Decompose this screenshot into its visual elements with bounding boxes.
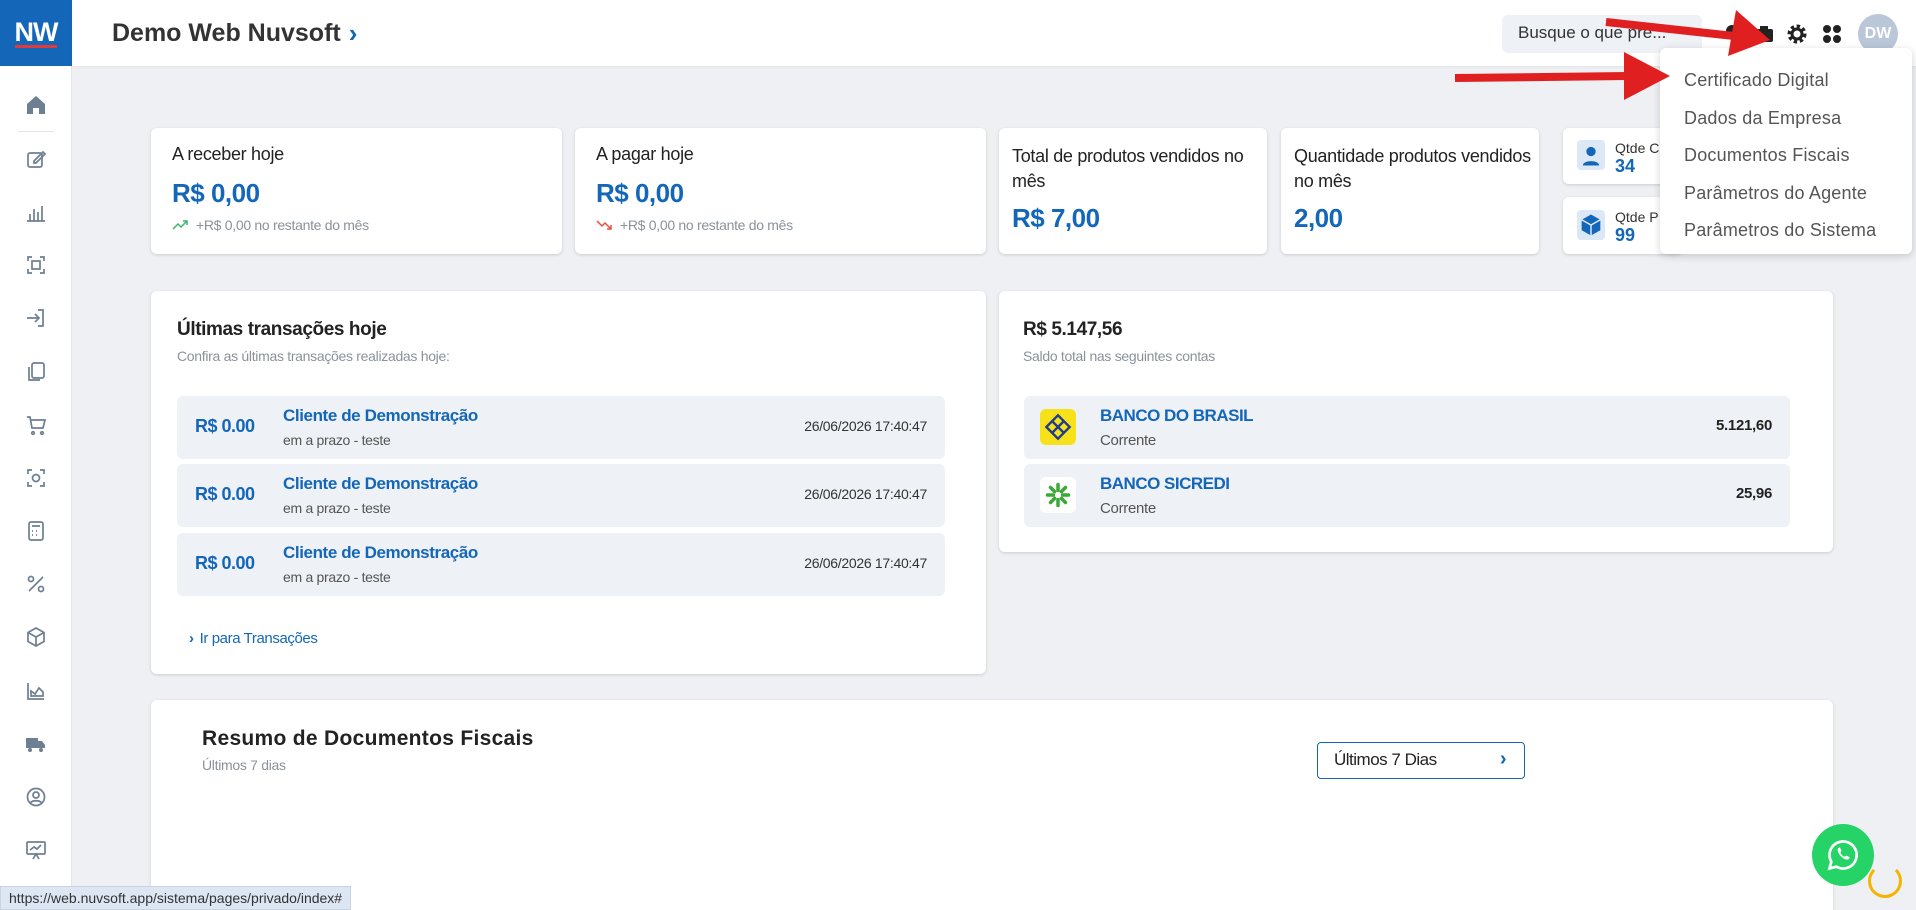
percent-icon[interactable] [18, 566, 54, 602]
kpi-label: A receber hoje [172, 144, 284, 164]
transaction-row[interactable]: R$ 0.00 Cliente de Demonstração em a pra… [177, 396, 945, 459]
menu-item-parametros-sistema[interactable]: Parâmetros do Sistema [1660, 212, 1912, 250]
kpi-sub: +R$ 0,00 no restante do mês [196, 217, 369, 233]
fiscal-summary-card: Resumo de Documentos Fiscais Últimos 7 d… [151, 700, 1833, 910]
page-title-text: Demo Web Nuvsoft [112, 19, 341, 47]
kpi-card-qtd-vendidos: Quantidade produtos vendidos no mês 2,00 [1281, 128, 1539, 254]
logo-text: NW [14, 16, 58, 48]
kpi-sub: +R$ 0,00 no restante do mês [620, 217, 793, 233]
truck-icon[interactable] [18, 726, 54, 762]
box-icon[interactable] [18, 619, 54, 655]
transaction-amount: R$ 0.00 [195, 484, 255, 504]
loading-spinner-icon [1868, 864, 1902, 898]
trend-up-icon [172, 220, 188, 230]
transactions-card: Últimas transações hoje Confira as últim… [151, 291, 986, 674]
fiscal-subtitle: Últimos 7 dias [202, 757, 286, 773]
page-title[interactable]: Demo Web Nuvsoft › [112, 18, 357, 49]
account-name: BANCO DO BRASIL [1100, 406, 1254, 425]
chart-bars-icon[interactable] [18, 194, 54, 230]
home-icon[interactable] [18, 87, 54, 123]
menu-item-dados-empresa[interactable]: Dados da Empresa [1660, 100, 1912, 138]
go-to-transactions-link[interactable]: › Ir para Transações [189, 630, 318, 647]
kpi-label: Qtde P [1615, 209, 1659, 225]
edit-icon[interactable] [18, 141, 54, 177]
transaction-desc: em a prazo - teste [283, 432, 391, 448]
chevron-right-icon: › [348, 18, 358, 48]
menu-item-documentos-fiscais[interactable]: Documentos Fiscais [1660, 137, 1912, 175]
sidebar: NW [0, 0, 72, 910]
chevron-right-icon: › [1499, 748, 1507, 770]
transactions-title: Últimas transações hoje [177, 319, 387, 340]
calculator-icon[interactable] [18, 513, 54, 549]
account-row[interactable]: BANCO DO BRASIL Corrente 5.121,60 [1024, 396, 1790, 459]
gear-icon[interactable] [1785, 22, 1809, 46]
kpi-value: R$ 7,00 [1012, 203, 1100, 233]
period-label: Últimos 7 Dias [1334, 750, 1437, 769]
kpi-label: Total de produtos vendidos no mês [1012, 146, 1244, 191]
box-icon [1577, 210, 1605, 240]
scan-icon[interactable] [18, 247, 54, 283]
kpi-label: A pagar hoje [596, 144, 694, 164]
chevron-right-icon: › [189, 630, 194, 647]
balance-total: R$ 5.147,56 [1023, 319, 1123, 340]
camera-icon[interactable] [18, 460, 54, 496]
apps-grid-icon[interactable] [1820, 22, 1844, 46]
transaction-client: Cliente de Demonstração [283, 543, 478, 562]
transaction-row[interactable]: R$ 0.00 Cliente de Demonstração em a pra… [177, 464, 945, 527]
kpi-label: Qtde C [1615, 140, 1660, 156]
sidebar-divider [17, 131, 54, 133]
transaction-date: 26/06/2026 17:40:47 [804, 555, 927, 571]
status-url: https://web.nuvsoft.app/sistema/pages/pr… [0, 886, 352, 910]
transaction-desc: em a prazo - teste [283, 569, 391, 585]
kpi-value: R$ 0,00 [172, 178, 260, 208]
account-row[interactable]: BANCO SICREDI Corrente 25,96 [1024, 464, 1790, 527]
kpi-value: 99 [1615, 225, 1636, 245]
transaction-date: 26/06/2026 17:40:47 [804, 418, 927, 434]
transactions-subtitle: Confira as últimas transações realizadas… [177, 348, 450, 364]
menu-item-parametros-agente[interactable]: Parâmetros do Agente [1660, 175, 1912, 213]
transaction-date: 26/06/2026 17:40:47 [804, 486, 927, 502]
login-icon[interactable] [18, 300, 54, 336]
bell-icon[interactable] [1720, 22, 1744, 46]
account-name: BANCO SICREDI [1100, 474, 1230, 493]
balance-subtitle: Saldo total nas seguintes contas [1023, 348, 1215, 364]
sicredi-logo-icon [1040, 477, 1076, 513]
kpi-label: Quantidade produtos vendidos no mês [1294, 146, 1531, 191]
app-logo[interactable]: NW [0, 0, 72, 66]
settings-dropdown: Certificado Digital Dados da Empresa Doc… [1660, 48, 1912, 254]
top-header: Demo Web Nuvsoft › Busque o que pre... D… [72, 0, 1916, 66]
transaction-client: Cliente de Demonstração [283, 474, 478, 493]
account-value: 25,96 [1735, 485, 1772, 502]
camera-header-icon[interactable] [1752, 22, 1776, 46]
whatsapp-button[interactable] [1812, 824, 1874, 886]
balance-card: R$ 5.147,56 Saldo total nas seguintes co… [999, 291, 1833, 552]
transaction-amount: R$ 0.00 [195, 416, 255, 436]
user-icon [1577, 140, 1605, 170]
copy-icon[interactable] [18, 354, 54, 390]
cart-icon[interactable] [18, 407, 54, 443]
kpi-card-total-vendidos: Total de produtos vendidos no mês R$ 7,0… [999, 128, 1267, 254]
account-type: Corrente [1100, 432, 1156, 449]
kpi-value: 2,00 [1294, 203, 1343, 233]
account-type: Corrente [1100, 500, 1156, 517]
transaction-desc: em a prazo - teste [283, 500, 391, 516]
presentation-icon[interactable] [18, 832, 54, 868]
banco-do-brasil-logo-icon [1040, 409, 1076, 445]
kpi-card-pagar: A pagar hoje R$ 0,00 +R$ 0,00 no restant… [575, 128, 986, 254]
account-value: 5.121,60 [1716, 417, 1772, 434]
trend-down-icon [596, 220, 612, 230]
kpi-value: 34 [1615, 156, 1636, 176]
kpi-card-receber: A receber hoje R$ 0,00 +R$ 0,00 no resta… [151, 128, 562, 254]
area-chart-icon[interactable] [18, 673, 54, 709]
kpi-value: R$ 0,00 [596, 178, 684, 208]
transaction-amount: R$ 0.00 [195, 553, 255, 573]
transaction-client: Cliente de Demonstração [283, 406, 478, 425]
menu-item-certificado-digital[interactable]: Certificado Digital [1660, 62, 1912, 100]
transaction-row[interactable]: R$ 0.00 Cliente de Demonstração em a pra… [177, 533, 945, 596]
link-label: Ir para Transações [199, 630, 318, 647]
support-icon[interactable] [18, 779, 54, 815]
fiscal-title: Resumo de Documentos Fiscais [202, 727, 534, 750]
whatsapp-icon [1827, 840, 1858, 871]
period-select-button[interactable]: Últimos 7 Dias › [1317, 742, 1525, 779]
